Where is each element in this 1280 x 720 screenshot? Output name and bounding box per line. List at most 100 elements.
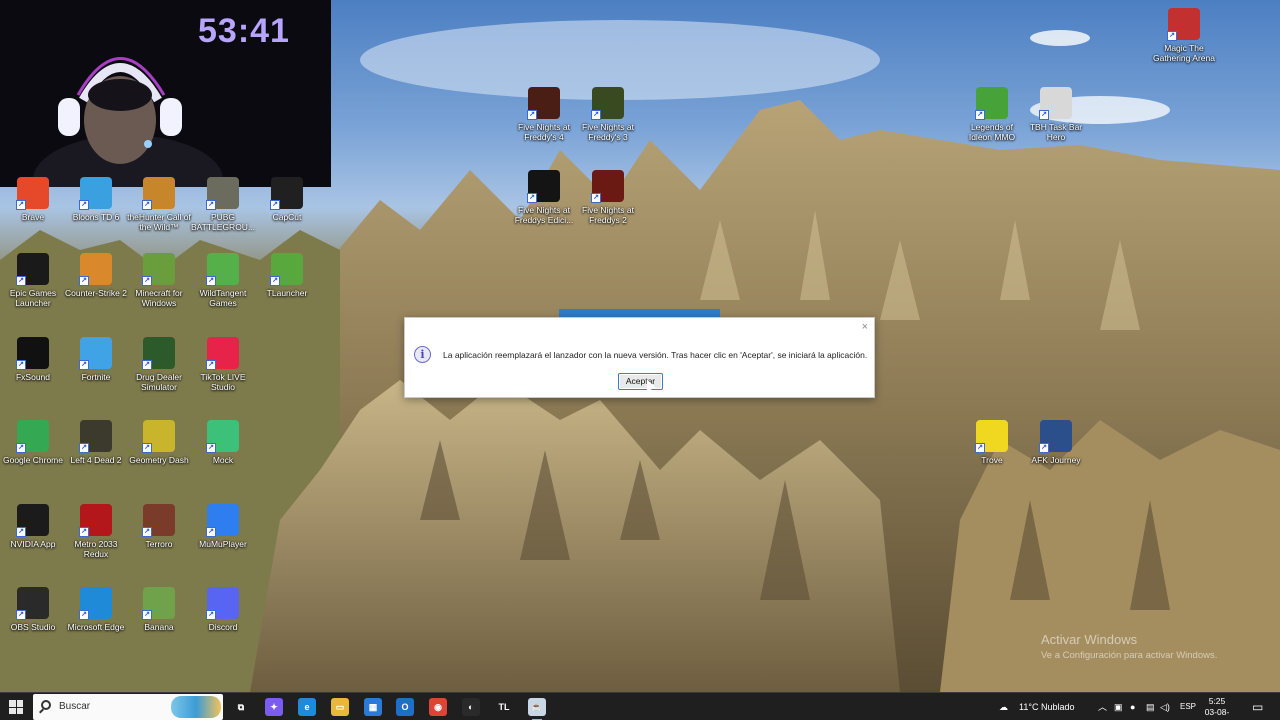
drug-dealer-icon: ↗ bbox=[142, 337, 175, 370]
desktop-icon-label: Microsoft Edge bbox=[67, 622, 125, 632]
desktop-icon[interactable]: ↗ Microsoft Edge bbox=[63, 587, 129, 632]
fnaf3-icon: ↗ bbox=[591, 87, 624, 120]
chrome-icon: ↗ bbox=[16, 420, 49, 453]
desktop-icon-label: MuMuPlayer bbox=[199, 539, 247, 549]
shortcut-arrow-icon: ↗ bbox=[975, 443, 985, 453]
windows-start-button[interactable] bbox=[9, 700, 23, 714]
desktop-icon-label: WildTangent Games bbox=[199, 288, 247, 308]
desktop-icon[interactable]: ↗ Five Nights at Freddys 2 bbox=[575, 170, 641, 225]
microphone-icon[interactable]: ● bbox=[1130, 693, 1135, 720]
shortcut-arrow-icon: ↗ bbox=[79, 360, 89, 370]
desktop-icon[interactable]: ↗ CapCut bbox=[254, 177, 320, 222]
tbh-icon: ↗ bbox=[1039, 87, 1072, 120]
desktop-icon[interactable]: ↗ AFK Journey bbox=[1023, 420, 1089, 465]
streamer-video bbox=[33, 57, 223, 187]
banana-icon: ↗ bbox=[142, 587, 175, 620]
info-icon: i bbox=[414, 346, 431, 363]
desktop-icon[interactable]: ↗ theHunter Call of the Wild™ bbox=[126, 177, 192, 232]
weather-status[interactable]: 11°C Nublado bbox=[1019, 693, 1074, 720]
shortcut-arrow-icon: ↗ bbox=[206, 200, 216, 210]
desktop-icon-label: PUBG BATTLEGROU... bbox=[190, 212, 256, 232]
mock-icon: ↗ bbox=[206, 420, 239, 453]
desktop-icon-label: TikTok LIVE Studio bbox=[200, 372, 246, 392]
dialog-message: La aplicación reemplazará el lanzador co… bbox=[443, 350, 868, 360]
aceptar-button[interactable]: Aceptar bbox=[618, 373, 663, 390]
desktop-icon-label: Magic The Gathering Arena bbox=[1153, 43, 1215, 63]
desktop-icon[interactable]: ↗ Left 4 Dead 2 bbox=[63, 420, 129, 465]
desktop-icon[interactable]: ↗ PUBG BATTLEGROU... bbox=[190, 177, 256, 232]
shortcut-arrow-icon: ↗ bbox=[142, 276, 152, 286]
desktop-icon-label: Discord bbox=[208, 622, 238, 632]
desktop-icon[interactable]: ↗ MuMuPlayer bbox=[190, 504, 256, 549]
desktop-icon-label: NVIDIA App bbox=[10, 539, 56, 549]
task-view-icon[interactable]: ⧉ bbox=[232, 698, 250, 716]
desktop-icon[interactable]: ↗ Five Nights at Freddy's 4 bbox=[511, 87, 577, 142]
copilot-icon[interactable]: ✦ bbox=[265, 698, 283, 716]
outlook-icon[interactable]: O bbox=[396, 698, 414, 716]
edge-taskbar-icon[interactable]: e bbox=[298, 698, 316, 716]
activation-watermark: Activar Windows Ve a Configuración para … bbox=[1041, 632, 1217, 661]
show-hidden-icons-chevron-icon[interactable]: ︿ bbox=[1098, 693, 1107, 720]
search-placeholder: Buscar bbox=[59, 701, 91, 712]
desktop-icon[interactable]: ↗ Metro 2033 Redux bbox=[63, 504, 129, 559]
notifications-icon[interactable]: ▭ bbox=[1252, 693, 1263, 720]
input-language[interactable]: ESP bbox=[1180, 693, 1196, 720]
shortcut-arrow-icon: ↗ bbox=[16, 360, 26, 370]
desktop-icon-label: Five Nights at Freddys Edici... bbox=[514, 205, 574, 225]
shortcut-arrow-icon: ↗ bbox=[142, 200, 152, 210]
desktop-icon-label: Left 4 Dead 2 bbox=[70, 455, 122, 465]
desktop-icon[interactable]: ↗ Brave bbox=[0, 177, 66, 222]
shortcut-arrow-icon: ↗ bbox=[79, 527, 89, 537]
desktop-icon[interactable]: ↗ Fortnite bbox=[63, 337, 129, 382]
watermark-title: Activar Windows bbox=[1041, 632, 1138, 647]
brave-icon: ↗ bbox=[16, 177, 49, 210]
desktop-icon[interactable]: ↗ Magic The Gathering Arena bbox=[1151, 8, 1217, 63]
microsoft-store-icon[interactable]: ▦ bbox=[364, 698, 382, 716]
chrome-taskbar-icon[interactable]: ◉ bbox=[429, 698, 447, 716]
desktop-icon[interactable]: ↗ Terroro bbox=[126, 504, 192, 549]
desktop-icon[interactable]: ↗ OBS Studio bbox=[0, 587, 66, 632]
close-icon[interactable]: × bbox=[862, 321, 868, 333]
desktop-icon[interactable]: ↗ Drug Dealer Simulator bbox=[126, 337, 192, 392]
desktop-icon-label: Banana bbox=[144, 622, 174, 632]
tlauncher-taskbar-icon[interactable]: TL bbox=[495, 698, 513, 716]
desktop-icon[interactable]: ↗ Banana bbox=[126, 587, 192, 632]
desktop-icon[interactable]: ↗ Geometry Dash bbox=[126, 420, 192, 465]
shortcut-arrow-icon: ↗ bbox=[527, 193, 537, 203]
file-explorer-icon[interactable]: ▭ bbox=[331, 698, 349, 716]
desktop-icon[interactable]: ↗ Mock bbox=[190, 420, 256, 465]
weather-cloud-icon[interactable]: ☁ bbox=[999, 693, 1019, 720]
java-app-icon[interactable]: ☕ bbox=[528, 698, 546, 720]
desktop-icon[interactable]: ↗ Five Nights at Freddy's 3 bbox=[575, 87, 641, 142]
desktop-icon[interactable]: ↗ Five Nights at Freddys Edici... bbox=[511, 170, 577, 225]
network-icon[interactable]: ▤ bbox=[1146, 693, 1155, 720]
tiktok-icon: ↗ bbox=[206, 337, 239, 370]
desktop-icon[interactable]: ↗ TBH Task Bar Hero bbox=[1023, 87, 1089, 142]
taskbar-clock[interactable]: 5:25 03-08-2026 bbox=[1197, 696, 1237, 720]
volume-icon[interactable]: ◁) bbox=[1160, 693, 1170, 720]
desktop-icon[interactable]: ↗ NVIDIA App bbox=[0, 504, 66, 549]
desktop-icon[interactable]: ↗ FxSound bbox=[0, 337, 66, 382]
desktop-icon[interactable]: ↗ Google Chrome bbox=[0, 420, 66, 465]
desktop-icon[interactable]: ↗ Counter-Strike 2 bbox=[63, 253, 129, 298]
desktop-icon[interactable]: ↗ TikTok LIVE Studio bbox=[190, 337, 256, 392]
taskbar: Buscar ⧉ ✦ e ▭ ▦ O ◉ ◐ TL ☕ ☁ 11°C Nublado ︿ ▣ ● … bbox=[0, 692, 1280, 720]
desktop-icon[interactable]: ↗ Discord bbox=[190, 587, 256, 632]
tray-app-icon[interactable]: ▣ bbox=[1114, 693, 1123, 720]
desktop-icon[interactable]: ↗ Bloons TD 6 bbox=[63, 177, 129, 222]
desktop-icon-label: OBS Studio bbox=[10, 622, 56, 632]
shortcut-arrow-icon: ↗ bbox=[142, 610, 152, 620]
desktop-icon[interactable]: ↗ Legends of Idleon MMO bbox=[959, 87, 1025, 142]
desktop-icon-label: Brave bbox=[21, 212, 45, 222]
shortcut-arrow-icon: ↗ bbox=[270, 200, 280, 210]
shortcut-arrow-icon: ↗ bbox=[527, 110, 537, 120]
desktop-icon[interactable]: ↗ Epic Games Launcher bbox=[0, 253, 66, 308]
desktop-icon-label: Trove bbox=[981, 455, 1003, 465]
obs-taskbar-icon[interactable]: ◐ bbox=[462, 698, 480, 716]
desktop-icon[interactable]: ↗ Trove bbox=[959, 420, 1025, 465]
desktop-icon[interactable]: ↗ Minecraft for Windows bbox=[126, 253, 192, 308]
desktop-icon[interactable]: ↗ WildTangent Games bbox=[190, 253, 256, 308]
clock-date: 03-08-2026 bbox=[1204, 707, 1230, 720]
desktop-icon[interactable]: ↗ TLauncher bbox=[254, 253, 320, 298]
taskbar-search-box[interactable]: Buscar bbox=[33, 694, 223, 720]
